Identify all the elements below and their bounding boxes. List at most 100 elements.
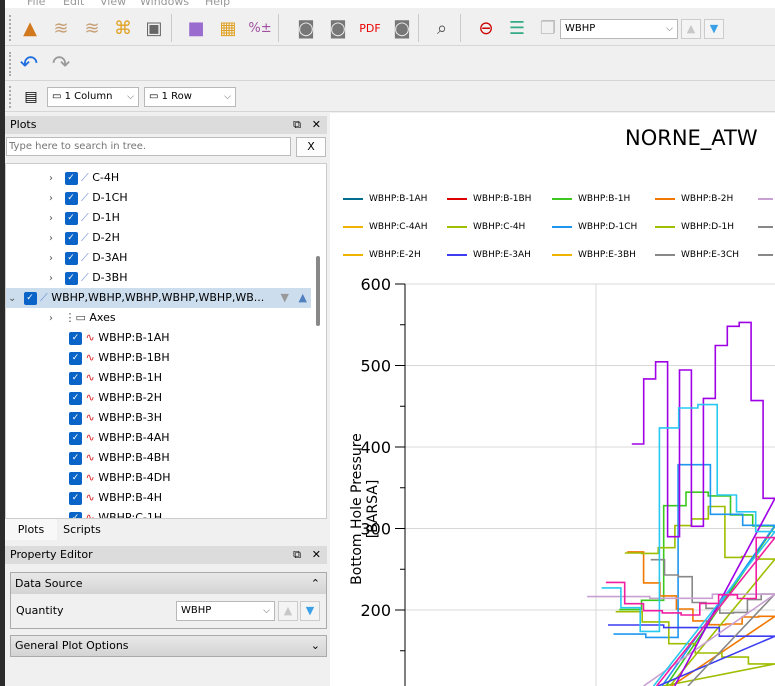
zoom-all-icon[interactable]: ⌕ (429, 15, 455, 41)
quantity-select[interactable]: WBHP ⌵ (176, 601, 275, 621)
menu-edit[interactable]: Edit (63, 0, 84, 8)
move-up-icon[interactable]: ▲ (299, 288, 307, 308)
checkbox[interactable]: ✓ (23, 291, 37, 305)
float-icon[interactable]: ⧉ (293, 116, 301, 134)
tree-item[interactable]: ✓ ∿ WBHP:B-2H (69, 388, 162, 408)
tree-item[interactable]: ✓ ∿ WBHP:B-1AH (69, 328, 170, 348)
move-down-icon[interactable]: ▼ (281, 288, 289, 308)
quantity-combo[interactable]: WBHP ⌵ (560, 19, 678, 39)
tree-item[interactable]: ✓ ∿ WBHP:B-1H (69, 368, 162, 388)
import-grouped-icon[interactable]: ≋ (79, 15, 105, 41)
series-line (619, 491, 775, 686)
snapshot-clipboard-icon[interactable]: ◙ (293, 15, 319, 41)
checkbox[interactable]: ✓ (69, 511, 82, 518)
data-source-header[interactable]: Data Source ⌃ (11, 573, 326, 594)
chart-canvas[interactable]: 200300400500600 (330, 113, 775, 686)
checkbox[interactable]: ✓ (64, 191, 78, 205)
y-axis-label: Bottom Hole Pressure [BARSA] (349, 433, 381, 585)
3d-view-icon[interactable]: ■ (183, 15, 209, 41)
plot-window-icon[interactable]: ▦ (215, 15, 241, 41)
undo-icon[interactable]: ↶ (16, 51, 42, 77)
checkbox[interactable]: ✓ (64, 171, 78, 185)
checkbox[interactable]: ✓ (69, 491, 82, 505)
menu-help[interactable]: Help (205, 0, 230, 8)
tab-scripts[interactable]: Scripts (57, 519, 107, 540)
checkbox[interactable]: ✓ (64, 231, 78, 245)
next-button[interactable]: ▼ (300, 601, 320, 621)
tree-item[interactable]: › ✓ ⟋ D-1H (49, 208, 120, 228)
expand-arrow-icon[interactable]: › (49, 209, 61, 229)
close-icon[interactable]: ✕ (312, 116, 321, 134)
checkbox[interactable]: ✓ (69, 351, 82, 365)
expand-arrow-icon[interactable]: › (49, 169, 61, 189)
tree-item-label: D-3BH (92, 271, 128, 284)
tab-plots[interactable]: Plots (5, 519, 57, 540)
rows-combo[interactable]: ▭ 1 Row ⌵ (144, 87, 236, 107)
expand-arrow-icon[interactable]: › (49, 309, 61, 329)
expand-arrow-icon[interactable]: › (49, 249, 61, 269)
checkbox[interactable]: ✓ (64, 211, 78, 225)
zoom-out-icon[interactable]: ⊖ (473, 15, 499, 41)
tree-item-label: WBHP:B-4H (98, 491, 163, 504)
copy-icon[interactable]: ❐ (535, 15, 561, 41)
tree-item-label: D-2H (92, 231, 120, 244)
tree-item[interactable]: ⌄ ✓ ⟋ WBHP,WBHP,WBHP,WBHP,WBHP,WB... ▼ ▲ (6, 288, 311, 308)
close-icon[interactable]: ✕ (312, 546, 321, 564)
checkbox[interactable]: ✓ (69, 371, 82, 385)
expand-arrow-icon[interactable]: › (49, 229, 61, 249)
tree-item[interactable]: ✓ ∿ WBHP:B-3H (69, 408, 162, 428)
tree-item[interactable]: › ✓ ⟋ D-3AH (49, 248, 127, 268)
snapshot-file-icon[interactable]: ◙ (325, 15, 351, 41)
checkbox[interactable]: ✓ (69, 451, 82, 465)
tree-item-label: WBHP:B-2H (98, 391, 163, 404)
tree-item[interactable]: › ✓ ⟋ D-1CH (49, 188, 128, 208)
snapshot-all-icon[interactable]: ◙ (389, 15, 415, 41)
tree-item[interactable]: › ✓ ⟋ D-2H (49, 228, 120, 248)
tree-item[interactable]: › ✓ ⟋ C-4H (49, 168, 119, 188)
tree-item[interactable]: › ✓ ⟋ D-3BH (49, 268, 127, 288)
checkbox[interactable]: ✓ (64, 251, 78, 265)
checkbox[interactable]: ✓ (64, 271, 78, 285)
tree-item[interactable]: ✓ ∿ WBHP:B-4DH (69, 468, 171, 488)
expand-arrow-icon[interactable]: › (49, 269, 61, 289)
open-project-icon[interactable]: ⌘ (110, 15, 136, 41)
tree-item-label: WBHP:B-4BH (98, 451, 170, 464)
columns-combo[interactable]: ▭ 1 Column ⌵ (47, 87, 139, 107)
expand-arrow-icon[interactable]: › (49, 189, 61, 209)
checkbox[interactable]: ✓ (69, 471, 82, 485)
tree-item[interactable]: › ⋮▭ Axes (49, 308, 116, 328)
tree-scrollbar[interactable] (316, 256, 320, 326)
save-icon[interactable]: ▣ (141, 15, 167, 41)
tree-search-input[interactable] (6, 137, 291, 156)
checkbox[interactable]: ✓ (69, 431, 82, 445)
checkbox[interactable]: ✓ (69, 411, 82, 425)
general-plot-options-header[interactable]: General Plot Options ⌄ (10, 635, 327, 657)
previous-button[interactable]: ▲ (278, 601, 298, 621)
tree-item[interactable]: ✓ ∿ WBHP:B-1BH (69, 348, 170, 368)
import-summary-icon[interactable]: ▲ (17, 15, 43, 41)
plots-panel-header: Plots ⧉ ✕ (5, 116, 327, 134)
tree-item[interactable]: ✓ ∿ WBHP:B-4AH (69, 428, 170, 448)
plots-panel: Plots ⧉✕ X › ✓ ⟋ C-4H› ✓ ⟋ D-1CH› ✓ ⟋ D-… (5, 116, 327, 519)
expand-icon[interactable]: ⌄ (311, 636, 320, 656)
tree-item[interactable]: ✓ ∿ WBHP:C-1H (69, 508, 162, 518)
tree-item[interactable]: ✓ ∿ WBHP:B-4H (69, 488, 162, 508)
menu-file[interactable]: File (27, 0, 45, 8)
snapshot-pdf-icon[interactable]: PDF (357, 15, 383, 41)
legend-icon[interactable]: ☰ (504, 15, 530, 41)
previous-quantity-button[interactable]: ▲ (681, 19, 701, 39)
collapse-icon[interactable]: ⌃ (311, 573, 320, 594)
redo-icon[interactable]: ↷ (48, 51, 74, 77)
menu-windows[interactable]: Windows (140, 0, 189, 8)
tree-item[interactable]: ✓ ∿ WBHP:B-4BH (69, 448, 170, 468)
clear-search-button[interactable]: X (296, 137, 326, 157)
plot-tree: › ✓ ⟋ C-4H › ✓ ⟋ D-1CH › ✓ ⟋ D-1H › ✓ ⟋ D-2… (5, 163, 327, 519)
float-icon[interactable]: ⧉ (293, 546, 301, 564)
import-ensemble-icon[interactable]: ≋ (48, 15, 74, 41)
menu-view[interactable]: View (100, 0, 126, 8)
next-quantity-button[interactable]: ▼ (704, 19, 724, 39)
calculator-icon[interactable]: %± (247, 15, 273, 41)
expand-arrow-icon[interactable]: ⌄ (8, 289, 20, 309)
checkbox[interactable]: ✓ (69, 331, 82, 345)
checkbox[interactable]: ✓ (69, 391, 82, 405)
